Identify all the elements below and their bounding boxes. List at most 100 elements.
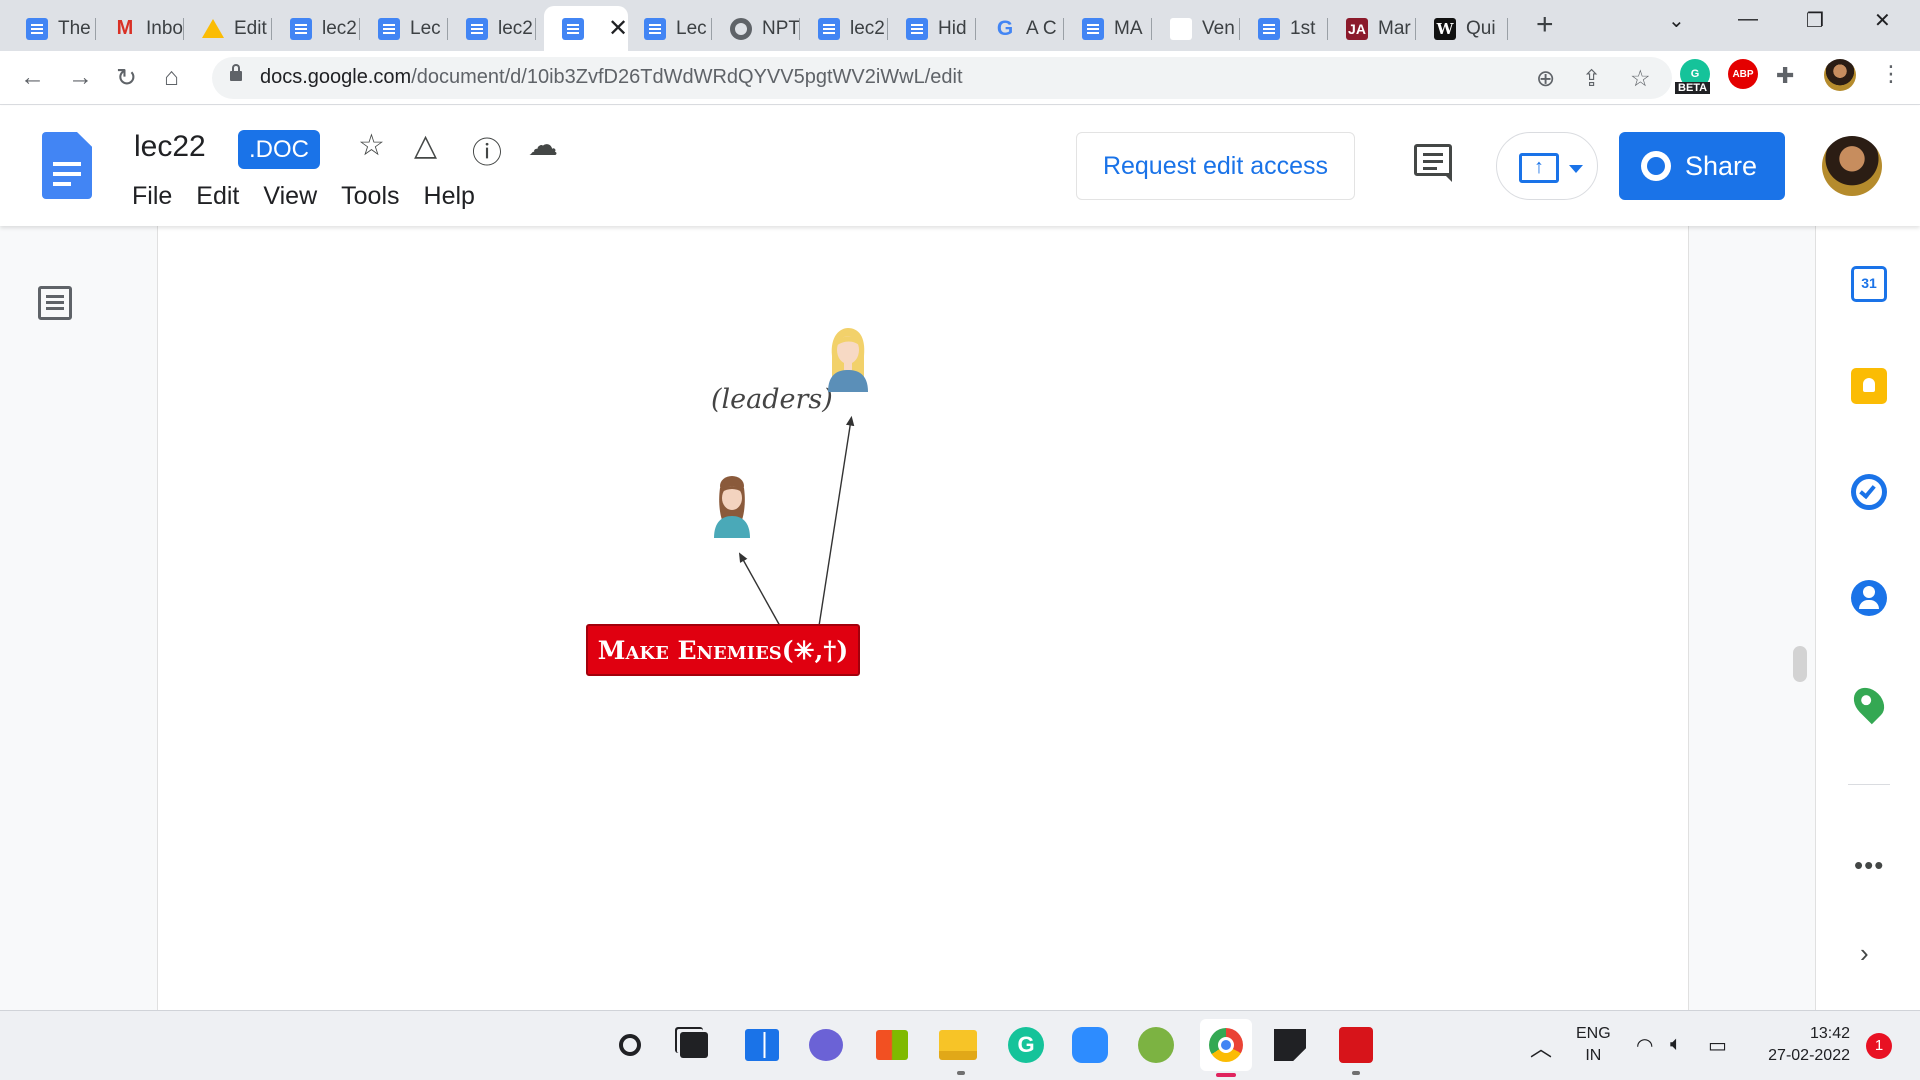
system-clock[interactable]: 13:42 27-02-2022 <box>1754 1023 1850 1067</box>
account-avatar[interactable] <box>1822 136 1882 196</box>
cloud-status-icon[interactable]: ☁ <box>528 128 558 163</box>
home-icon[interactable]: ⌂ <box>164 63 179 92</box>
share-label: Share <box>1685 150 1758 181</box>
maps-icon[interactable] <box>1847 681 1891 725</box>
tasks-icon[interactable] <box>1851 474 1887 510</box>
lock-icon[interactable] <box>230 64 242 83</box>
make-enemies-box: Make Enemies(✳,†) <box>586 624 860 676</box>
browser-tab[interactable]: The <box>8 6 96 51</box>
calendar-icon[interactable]: 31 <box>1851 266 1887 302</box>
lang-region: IN <box>1585 1047 1602 1064</box>
present-upload-icon: ↑ <box>1519 153 1559 183</box>
present-button[interactable]: ↑ <box>1496 132 1598 200</box>
close-tab-icon[interactable]: ✕ <box>608 14 628 43</box>
chrome-menu-icon[interactable]: ⋮ <box>1880 61 1902 87</box>
browser-tab[interactable]: 1st <box>1240 6 1328 51</box>
scrollbar-thumb[interactable] <box>1793 646 1807 682</box>
file-explorer-icon[interactable] <box>938 1025 978 1065</box>
browser-tab[interactable]: Ven <box>1152 6 1240 51</box>
forward-icon[interactable]: → <box>68 63 93 92</box>
document-outline-icon[interactable] <box>38 286 72 320</box>
browser-tab[interactable]: lec2 <box>272 6 360 51</box>
widgets-icon[interactable] <box>742 1025 782 1065</box>
browser-tab[interactable]: M Inbo <box>96 6 184 51</box>
zoom-icon[interactable]: ⊕ <box>1536 65 1555 92</box>
back-icon[interactable]: ← <box>20 63 45 92</box>
browser-tab[interactable]: lec2 <box>800 6 888 51</box>
star-icon[interactable]: ☆ <box>358 128 385 163</box>
browser-tab[interactable]: GA C <box>976 6 1064 51</box>
browser-tab[interactable]: Hid <box>888 6 976 51</box>
profile-avatar[interactable] <box>1824 59 1856 91</box>
browser-tab[interactable]: W Qui <box>1416 6 1508 51</box>
notification-badge[interactable]: 1 <box>1866 1033 1892 1059</box>
tab-label: The <box>58 17 91 39</box>
leaders-label: (leaders) <box>711 384 833 415</box>
microsoft-store-icon[interactable] <box>872 1025 912 1065</box>
browser-tab[interactable]: ✕ <box>544 6 628 51</box>
tab-label: lec2 <box>498 17 533 39</box>
contacts-icon[interactable] <box>1851 580 1887 616</box>
browser-tab[interactable]: MA <box>1064 6 1152 51</box>
volume-icon[interactable]: 🔈︎ <box>1670 1033 1682 1056</box>
move-to-drive-icon[interactable]: △ <box>414 128 437 163</box>
zoom-app-icon[interactable] <box>1070 1025 1110 1065</box>
docs-icon <box>26 17 48 40</box>
document-page[interactable] <box>157 226 1689 1010</box>
minimize-button[interactable]: — <box>1738 8 1758 31</box>
menu-file[interactable]: File <box>132 182 172 211</box>
document-title[interactable]: lec22 <box>134 130 206 164</box>
keep-icon[interactable] <box>1851 368 1887 404</box>
docs-header: lec22 .DOC ☆ △ ⓘ ☁ File Edit View Tools … <box>0 106 1920 226</box>
chrome-app-icon[interactable] <box>1200 1019 1252 1071</box>
new-tab-button[interactable]: + <box>1536 8 1554 42</box>
tab-search-icon[interactable]: ⌄ <box>1668 8 1685 33</box>
document-info-icon[interactable]: ⓘ <box>472 128 502 172</box>
teams-chat-icon[interactable] <box>806 1025 846 1065</box>
wifi-icon[interactable]: ◠ <box>1636 1033 1653 1058</box>
close-window-button[interactable]: ✕ <box>1874 8 1891 33</box>
browser-tab[interactable]: Lec <box>360 6 448 51</box>
menu-edit[interactable]: Edit <box>196 182 239 211</box>
adblock-extension-icon[interactable]: ABP <box>1728 59 1758 89</box>
start-menu-icon[interactable] <box>544 1027 581 1064</box>
menu-bar: File Edit View Tools Help <box>132 182 499 211</box>
beta-badge: BETA <box>1675 82 1711 94</box>
battery-icon[interactable]: ▭ <box>1708 1033 1727 1058</box>
share-page-icon[interactable]: ⇪ <box>1582 65 1601 92</box>
show-hidden-icons-chevron-icon[interactable]: ︿ <box>1530 1031 1552 1063</box>
blank-page-icon <box>1170 17 1192 40</box>
restore-button[interactable]: ❐ <box>1806 8 1824 33</box>
bookmark-star-icon[interactable]: ☆ <box>1630 65 1651 92</box>
drive-icon <box>202 19 224 38</box>
menu-view[interactable]: View <box>263 182 317 211</box>
menu-tools[interactable]: Tools <box>341 182 399 211</box>
grammarly-app-icon[interactable]: G <box>1006 1025 1046 1065</box>
browser-tab[interactable]: NPT <box>712 6 800 51</box>
language-indicator[interactable]: ENG IN <box>1576 1023 1611 1067</box>
menu-help[interactable]: Help <box>424 182 475 211</box>
url-text[interactable]: docs.google.com/document/d/10ib3ZvfD26Td… <box>260 66 963 89</box>
evernote-app-icon[interactable] <box>1136 1025 1176 1065</box>
browser-tab[interactable]: Lec <box>626 6 712 51</box>
taskbar-search-icon[interactable] <box>610 1025 650 1065</box>
address-bar[interactable]: docs.google.com/document/d/10ib3ZvfD26Td… <box>212 57 1672 99</box>
acrobat-reader-icon[interactable] <box>1336 1025 1376 1065</box>
google-docs-logo-icon[interactable] <box>42 132 92 199</box>
reload-icon[interactable]: ↻ <box>116 63 137 93</box>
blonde-person-icon <box>828 328 868 392</box>
task-view-icon[interactable] <box>674 1025 714 1065</box>
lang-code: ENG <box>1576 1025 1611 1042</box>
browser-tab[interactable]: Edit <box>184 6 272 51</box>
extensions-puzzle-icon[interactable]: ✚ <box>1776 63 1794 89</box>
hide-side-panel-chevron-icon[interactable]: › <box>1860 938 1869 969</box>
browser-tab[interactable]: lec2 <box>448 6 536 51</box>
sticky-notes-icon[interactable] <box>1270 1025 1310 1065</box>
comments-icon[interactable] <box>1414 144 1452 182</box>
more-addons-icon[interactable]: ••• <box>1854 850 1884 881</box>
request-edit-access-button[interactable]: Request edit access <box>1076 132 1355 200</box>
tab-label: Qui <box>1466 17 1496 39</box>
present-dropdown-caret-icon[interactable] <box>1569 165 1583 173</box>
browser-tab[interactable]: JA Mar <box>1328 6 1416 51</box>
share-button[interactable]: Share <box>1619 132 1785 200</box>
